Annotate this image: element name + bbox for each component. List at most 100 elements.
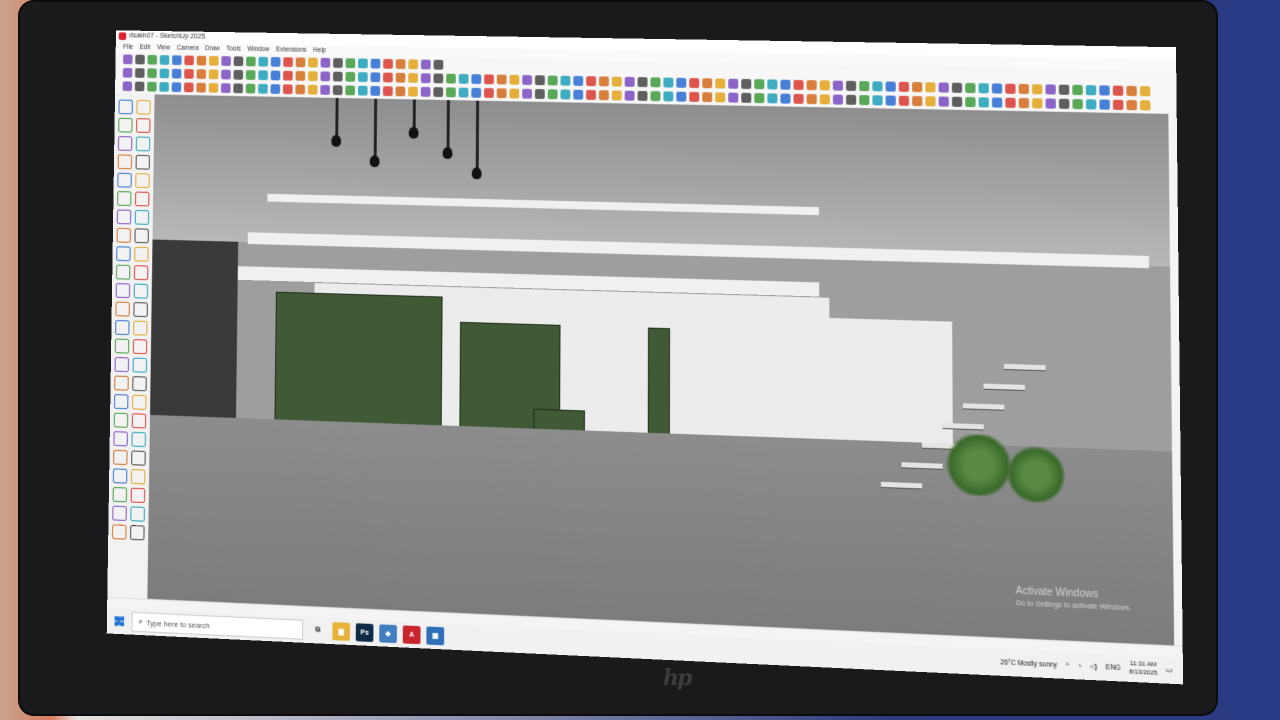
large-tool-icon[interactable] bbox=[118, 117, 133, 133]
toolbar-tool-icon[interactable] bbox=[767, 79, 778, 90]
toolbar-tool-icon[interactable] bbox=[147, 54, 158, 65]
toolbar-tool-icon[interactable] bbox=[965, 82, 976, 94]
large-tool-icon[interactable] bbox=[112, 468, 128, 484]
toolbar-tool-icon[interactable] bbox=[754, 79, 765, 90]
large-tool-icon[interactable] bbox=[117, 191, 132, 206]
toolbar-tool-icon[interactable] bbox=[245, 70, 256, 80]
menu-camera[interactable]: Camera bbox=[177, 43, 199, 54]
toolbar-tool-icon[interactable] bbox=[408, 59, 419, 70]
toolbar-tool-icon[interactable] bbox=[395, 86, 406, 97]
toolbar-tool-icon[interactable] bbox=[859, 81, 870, 92]
toolbar-tool-icon[interactable] bbox=[1005, 83, 1016, 94]
toolbar-tool-icon[interactable] bbox=[859, 95, 870, 106]
large-tool-icon[interactable] bbox=[131, 413, 147, 429]
large-tool-icon[interactable] bbox=[134, 209, 150, 225]
taskbar-search[interactable]: ⌕ Type here to search bbox=[131, 611, 304, 640]
menu-edit[interactable]: Edit bbox=[140, 42, 151, 53]
toolbar-tool-icon[interactable] bbox=[135, 68, 145, 78]
large-tool-icon[interactable] bbox=[115, 283, 131, 299]
language-indicator[interactable]: ENG bbox=[1106, 664, 1121, 672]
large-tool-icon[interactable] bbox=[112, 505, 127, 521]
toolbar-tool-icon[interactable] bbox=[433, 87, 444, 98]
large-tool-icon[interactable] bbox=[134, 228, 149, 244]
toolbar-tool-icon[interactable] bbox=[832, 94, 844, 105]
large-tool-icon[interactable] bbox=[130, 469, 146, 485]
toolbar-tool-icon[interactable] bbox=[846, 94, 857, 105]
toolbar-tool-icon[interactable] bbox=[370, 72, 381, 83]
toolbar-tool-icon[interactable] bbox=[1072, 84, 1083, 96]
toolbar-tool-icon[interactable] bbox=[898, 95, 910, 106]
toolbar-tool-icon[interactable] bbox=[509, 74, 520, 85]
large-tool-icon[interactable] bbox=[130, 506, 145, 522]
large-tool-icon[interactable] bbox=[112, 487, 128, 503]
start-button[interactable] bbox=[107, 608, 132, 635]
toolbar-tool-icon[interactable] bbox=[728, 78, 739, 89]
toolbar-tool-icon[interactable] bbox=[637, 77, 648, 88]
toolbar-tool-icon[interactable] bbox=[663, 77, 674, 88]
toolbar-tool-icon[interactable] bbox=[433, 59, 444, 70]
toolbar-tool-icon[interactable] bbox=[270, 70, 281, 81]
large-tool-icon[interactable] bbox=[117, 172, 132, 188]
toolbar-tool-icon[interactable] bbox=[383, 72, 393, 83]
toolbar-tool-icon[interactable] bbox=[208, 82, 219, 93]
large-tool-icon[interactable] bbox=[115, 320, 130, 336]
toolbar-tool-icon[interactable] bbox=[754, 93, 765, 104]
toolbar-tool-icon[interactable] bbox=[320, 57, 331, 68]
toolbar-tool-icon[interactable] bbox=[978, 97, 989, 108]
toolbar-tool-icon[interactable] bbox=[676, 77, 687, 88]
toolbar-tool-icon[interactable] bbox=[1032, 98, 1043, 109]
toolbar-tool-icon[interactable] bbox=[611, 90, 622, 101]
toolbar-tool-icon[interactable] bbox=[221, 69, 231, 80]
toolbar-tool-icon[interactable] bbox=[925, 96, 936, 107]
toolbar-tool-icon[interactable] bbox=[819, 94, 830, 105]
toolbar-tool-icon[interactable] bbox=[159, 82, 169, 92]
large-tool-icon[interactable] bbox=[133, 283, 149, 299]
toolbar-tool-icon[interactable] bbox=[445, 87, 456, 98]
large-tool-icon[interactable] bbox=[135, 154, 150, 170]
toolbar-tool-icon[interactable] bbox=[196, 55, 207, 66]
toolbar-tool-icon[interactable] bbox=[196, 82, 206, 93]
toolbar-tool-icon[interactable] bbox=[547, 75, 558, 86]
large-tool-icon[interactable] bbox=[114, 357, 129, 373]
toolbar-tool-icon[interactable] bbox=[307, 71, 318, 82]
toolbar-tool-icon[interactable] bbox=[196, 69, 207, 80]
large-tool-icon[interactable] bbox=[114, 338, 130, 354]
menu-file[interactable]: File bbox=[123, 42, 133, 53]
toolbar-tool-icon[interactable] bbox=[637, 90, 648, 101]
toolbar-tool-icon[interactable] bbox=[159, 68, 170, 79]
calculator-icon[interactable]: ▦ bbox=[426, 626, 445, 646]
large-tool-icon[interactable] bbox=[136, 99, 151, 115]
toolbar-tool-icon[interactable] bbox=[912, 81, 923, 93]
toolbar-tool-icon[interactable] bbox=[1045, 84, 1056, 95]
toolbar-tool-icon[interactable] bbox=[912, 95, 923, 107]
toolbar-tool-icon[interactable] bbox=[484, 74, 494, 85]
toolbar-tool-icon[interactable] bbox=[522, 88, 533, 99]
toolbar-tool-icon[interactable] bbox=[702, 92, 713, 103]
toolbar-tool-icon[interactable] bbox=[598, 90, 609, 101]
toolbar-tool-icon[interactable] bbox=[872, 81, 883, 92]
toolbar-tool-icon[interactable] bbox=[333, 58, 343, 68]
toolbar-tool-icon[interactable] bbox=[741, 78, 752, 90]
toolbar-tool-icon[interactable] bbox=[1072, 98, 1083, 110]
large-tool-icon[interactable] bbox=[136, 118, 151, 133]
chevron-up-icon[interactable]: ^ bbox=[1066, 662, 1069, 669]
toolbar-tool-icon[interactable] bbox=[183, 82, 194, 93]
toolbar-tool-icon[interactable] bbox=[898, 81, 910, 92]
toolbar-tool-icon[interactable] bbox=[780, 93, 791, 104]
toolbar-tool-icon[interactable] bbox=[1085, 85, 1097, 96]
toolbar-tool-icon[interactable] bbox=[233, 69, 244, 80]
menu-window[interactable]: Window bbox=[247, 44, 269, 55]
toolbar-tool-icon[interactable] bbox=[1018, 83, 1029, 95]
toolbar-tool-icon[interactable] bbox=[357, 85, 368, 96]
toolbar-tool-icon[interactable] bbox=[846, 80, 857, 91]
large-tool-icon[interactable] bbox=[133, 265, 149, 281]
large-tool-icon[interactable] bbox=[131, 450, 146, 466]
large-tool-icon[interactable] bbox=[133, 302, 148, 318]
toolbar-tool-icon[interactable] bbox=[780, 79, 791, 90]
large-tool-icon[interactable] bbox=[135, 136, 151, 152]
task-view-icon[interactable]: ⧉ bbox=[308, 621, 327, 640]
toolbar-tool-icon[interactable] bbox=[370, 85, 381, 96]
3d-viewport[interactable]: Activate Windows Go to Settings to activ… bbox=[147, 94, 1175, 647]
large-tool-icon[interactable] bbox=[116, 227, 131, 243]
file-explorer-icon[interactable]: ▆ bbox=[332, 622, 351, 641]
